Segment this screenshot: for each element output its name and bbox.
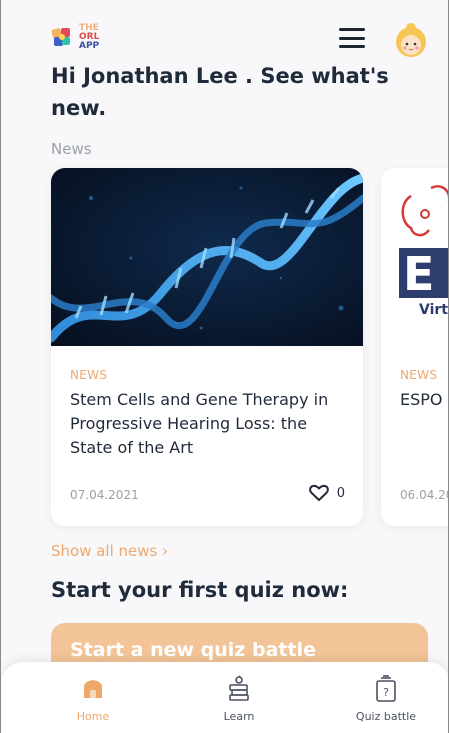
news-card[interactable]: E Virt NEWS ESPO 2 06.04.20 xyxy=(381,168,449,526)
news-date: 06.04.20 xyxy=(400,488,449,502)
quiz-icon: ? xyxy=(341,675,431,702)
news-title[interactable]: ESPO 2 xyxy=(400,388,448,412)
books-icon xyxy=(194,675,284,702)
logo-line-app: APP xyxy=(79,40,100,51)
greeting-heading: Hi Jonathan Lee . See what's new. xyxy=(51,64,389,120)
like-count: 0 xyxy=(336,485,345,501)
like-button[interactable]: 0 xyxy=(308,484,345,502)
nav-quiz-label: Quiz battle xyxy=(355,710,417,723)
show-all-news-link[interactable]: Show all news › xyxy=(51,542,168,560)
nav-quiz-battle[interactable]: ? Quiz battle xyxy=(341,675,431,723)
app-logo[interactable]: THE ORL APP xyxy=(51,22,113,52)
news-section-label: News xyxy=(51,140,92,158)
nav-home[interactable]: Home xyxy=(48,676,138,723)
app-screen: THE ORL APP Hi Jonathan Lee . See what's… xyxy=(0,0,449,733)
news-category: NEWS xyxy=(400,368,438,382)
espo-image: E Virt xyxy=(381,168,448,346)
logo-wordmark: THE ORL APP xyxy=(79,23,100,51)
nav-home-label: Home xyxy=(76,710,110,723)
heart-icon xyxy=(308,484,329,501)
menu-bar xyxy=(339,28,365,31)
nav-learn-label: Learn xyxy=(223,710,255,723)
nav-learn[interactable]: Learn xyxy=(194,675,284,723)
news-date: 07.04.2021 xyxy=(70,488,139,502)
logo-icon xyxy=(51,26,73,48)
home-icon xyxy=(48,676,138,702)
news-card[interactable]: NEWS Stem Cells and Gene Therapy in Prog… xyxy=(51,168,363,526)
quiz-button-label: Start a new quiz battle xyxy=(70,639,316,661)
hamburger-menu-icon[interactable] xyxy=(339,28,365,48)
news-category: NEWS xyxy=(70,368,108,382)
bottom-navigation: Home Learn ? Quiz battle xyxy=(1,662,448,733)
quiz-heading: Start your first quiz now: xyxy=(51,578,349,602)
user-avatar-icon[interactable] xyxy=(394,20,428,58)
menu-bar xyxy=(339,36,365,40)
dna-image xyxy=(51,168,363,346)
espo-letter: E xyxy=(403,247,434,301)
menu-bar xyxy=(339,45,365,48)
espo-virtual-text: Virt xyxy=(419,302,448,318)
news-title[interactable]: Stem Cells and Gene Therapy in Progressi… xyxy=(70,388,345,460)
svg-text:?: ? xyxy=(383,686,389,699)
